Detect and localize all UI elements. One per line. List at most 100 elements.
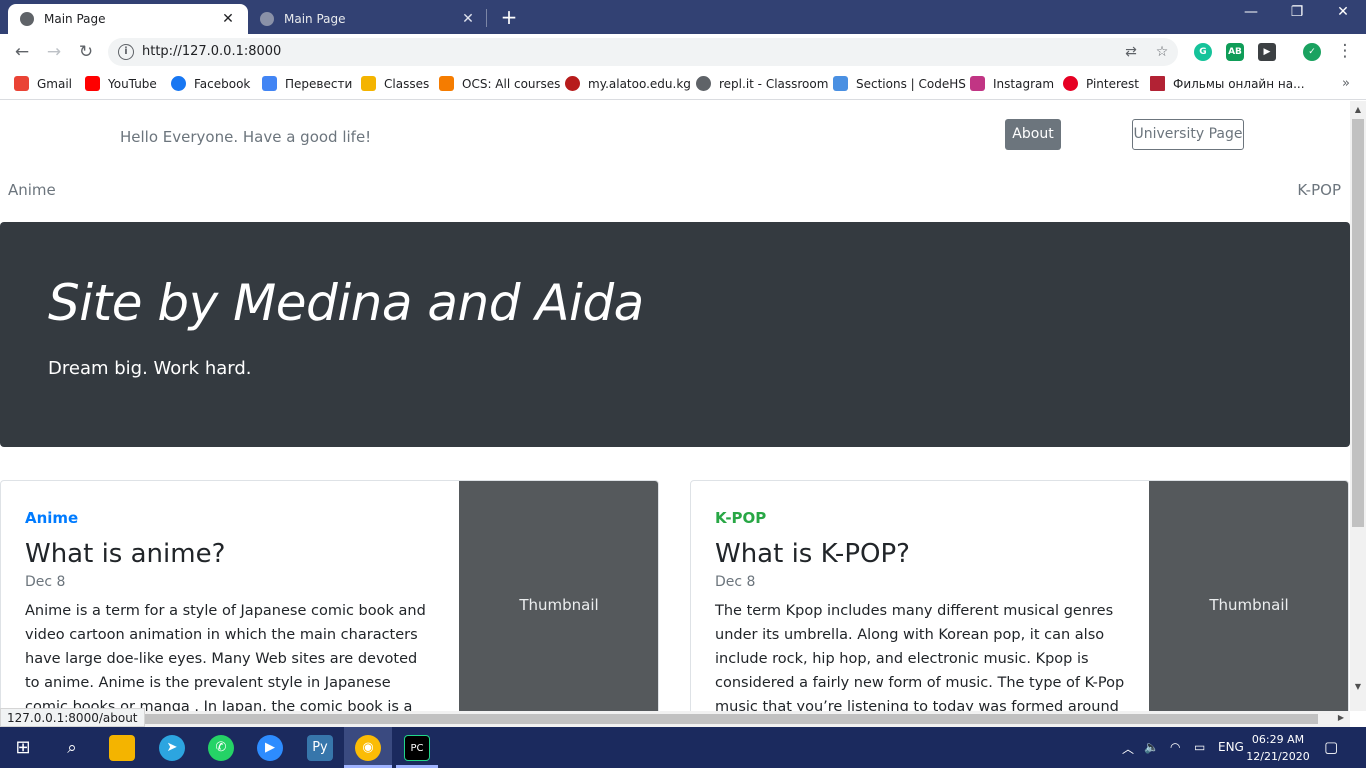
- gmail-icon: [14, 76, 29, 91]
- bookmark-replit[interactable]: repl.it - Classroom: [696, 76, 828, 91]
- clock-time: 06:29 AM: [1251, 733, 1305, 746]
- python-icon[interactable]: Py: [307, 735, 333, 761]
- tab-separator: [486, 9, 487, 27]
- site-info-icon[interactable]: i: [118, 44, 134, 60]
- horizontal-scrollbar[interactable]: ▶: [0, 711, 1350, 727]
- battery-icon[interactable]: ▭: [1194, 740, 1205, 754]
- bookmark-films[interactable]: Фильмы онлайн на...: [1150, 76, 1305, 91]
- bookmark-facebook[interactable]: Facebook: [171, 76, 250, 91]
- whatsapp-icon[interactable]: ✆: [208, 735, 234, 761]
- translate-icon[interactable]: ⇄: [1122, 43, 1140, 61]
- url-text: http://127.0.0.1:8000: [142, 44, 282, 59]
- bookmark-star-icon[interactable]: ☆: [1153, 43, 1171, 61]
- bookmarks-overflow-icon[interactable]: »: [1342, 76, 1350, 91]
- moodle-icon: [439, 76, 454, 91]
- instagram-icon: [970, 76, 985, 91]
- card-thumbnail: Thumbnail: [459, 481, 658, 711]
- telegram-icon[interactable]: ➤: [159, 735, 185, 761]
- pycharm-icon[interactable]: PC: [404, 735, 430, 761]
- classroom-icon: [361, 76, 376, 91]
- university-page-button[interactable]: University Page: [1132, 119, 1244, 150]
- bookmark-gmail[interactable]: Gmail: [14, 76, 72, 91]
- tab-main-page-inactive[interactable]: Main Page ✕: [248, 4, 488, 34]
- card-date: Dec 8: [25, 574, 66, 590]
- alatoo-icon: [565, 76, 580, 91]
- tray-overflow-icon[interactable]: ︿: [1122, 740, 1134, 757]
- windows-taskbar: ⊞ ⌕ ➤ ✆ ▶ Py ◉ PC ︿ 🔈 ◠ ▭ ENG 06:29 AM 1…: [0, 727, 1366, 768]
- facebook-icon: [171, 76, 186, 91]
- forward-button[interactable]: →: [43, 41, 65, 63]
- nav-link-anime[interactable]: Anime: [8, 181, 56, 199]
- bookmark-pinterest[interactable]: Pinterest: [1063, 76, 1139, 91]
- close-tab-icon[interactable]: ✕: [460, 11, 476, 27]
- card-kpop: K-POP What is K-POP? Dec 8 The term Kpop…: [690, 480, 1349, 711]
- youtube-icon: [85, 76, 100, 91]
- adblock-extension-icon[interactable]: AB: [1226, 43, 1244, 61]
- codehs-icon: [833, 76, 848, 91]
- search-icon[interactable]: ⌕: [59, 735, 85, 761]
- hero-subtitle: Dream big. Work hard.: [48, 358, 252, 379]
- thumbnail-label: Thumbnail: [519, 596, 599, 614]
- grammarly-extension-icon[interactable]: G: [1194, 43, 1212, 61]
- page-viewport: Hello Everyone. Have a good life! About …: [0, 101, 1350, 711]
- vertical-scrollbar[interactable]: ▲ ▼: [1350, 101, 1366, 711]
- back-button[interactable]: ←: [11, 41, 33, 63]
- scroll-down-icon[interactable]: ▼: [1350, 682, 1366, 691]
- horizontal-scroll-thumb[interactable]: [16, 714, 1318, 724]
- video-extension-icon[interactable]: ▶: [1258, 43, 1276, 61]
- bookmarks-bar: Gmail YouTube Facebook Перевести Classes…: [0, 70, 1366, 100]
- reload-button[interactable]: ↻: [75, 41, 97, 63]
- windows-start-icon[interactable]: ⊞: [10, 735, 36, 761]
- volume-icon[interactable]: 🔈: [1144, 740, 1159, 754]
- system-clock[interactable]: 06:29 AM 12/21/2020: [1240, 731, 1316, 765]
- close-window-button[interactable]: ✕: [1320, 4, 1366, 20]
- greeting-text: Hello Everyone. Have a good life!: [120, 128, 372, 146]
- card-thumbnail: Thumbnail: [1149, 481, 1348, 711]
- hero-title: Site by Medina and Aida: [48, 274, 644, 332]
- restore-button[interactable]: ❐: [1274, 4, 1320, 20]
- globe-icon: [20, 12, 34, 26]
- browser-toolbar: ← → ↻ i http://127.0.0.1:8000 ⇄ ☆ G AB ▶…: [0, 34, 1366, 70]
- notifications-icon[interactable]: ▢: [1324, 738, 1338, 756]
- card-anime: Anime What is anime? Dec 8 Anime is a te…: [0, 480, 659, 711]
- about-button[interactable]: About: [1005, 119, 1061, 150]
- bookmark-ocs[interactable]: OCS: All courses: [439, 76, 560, 91]
- bookmark-codehs[interactable]: Sections | CodeHS: [833, 76, 966, 91]
- minimize-button[interactable]: —: [1228, 4, 1274, 20]
- chrome-icon[interactable]: ◉: [355, 735, 381, 761]
- bookmark-classes[interactable]: Classes: [361, 76, 429, 91]
- wifi-icon[interactable]: ◠: [1170, 740, 1180, 754]
- card-text: The term Kpop includes many different mu…: [715, 603, 1125, 711]
- tab-title: Main Page: [284, 12, 346, 26]
- thumbnail-label: Thumbnail: [1209, 596, 1289, 614]
- card-title: What is K-POP?: [715, 539, 910, 569]
- bookmark-instagram[interactable]: Instagram: [970, 76, 1054, 91]
- pinterest-icon: [1063, 76, 1078, 91]
- scroll-right-icon[interactable]: ▶: [1338, 713, 1344, 722]
- shield-extension-icon[interactable]: ✓: [1303, 43, 1321, 61]
- bookmark-alatoo[interactable]: my.alatoo.edu.kg: [565, 76, 691, 91]
- menu-kebab-icon[interactable]: ⋮: [1334, 40, 1356, 62]
- replit-icon: [696, 76, 711, 91]
- card-text: Anime is a term for a style of Japanese …: [25, 603, 426, 711]
- card-title: What is anime?: [25, 539, 226, 569]
- card-category[interactable]: Anime: [25, 509, 78, 527]
- new-tab-button[interactable]: +: [498, 5, 520, 29]
- nav-link-kpop[interactable]: K-POP: [1297, 181, 1341, 199]
- file-explorer-icon[interactable]: [109, 735, 135, 761]
- vertical-scroll-thumb[interactable]: [1352, 119, 1364, 527]
- zoom-icon[interactable]: ▶: [257, 735, 283, 761]
- tab-main-page-active[interactable]: Main Page ✕: [8, 4, 248, 34]
- status-bubble: 127.0.0.1:8000/about: [0, 708, 145, 727]
- bookmark-translate[interactable]: Перевести: [262, 76, 352, 91]
- globe-icon: [260, 12, 274, 26]
- address-bar[interactable]: i http://127.0.0.1:8000 ⇄ ☆: [108, 38, 1178, 66]
- flag-icon: [1150, 76, 1165, 91]
- hero-jumbotron: Site by Medina and Aida Dream big. Work …: [0, 222, 1350, 447]
- scroll-up-icon[interactable]: ▲: [1350, 105, 1366, 114]
- close-tab-icon[interactable]: ✕: [220, 11, 236, 27]
- card-category[interactable]: K-POP: [715, 509, 766, 527]
- bookmark-youtube[interactable]: YouTube: [85, 76, 157, 91]
- clock-date: 12/21/2020: [1246, 750, 1310, 763]
- tab-strip: Main Page ✕ Main Page ✕ + — ❐ ✕: [0, 0, 1366, 34]
